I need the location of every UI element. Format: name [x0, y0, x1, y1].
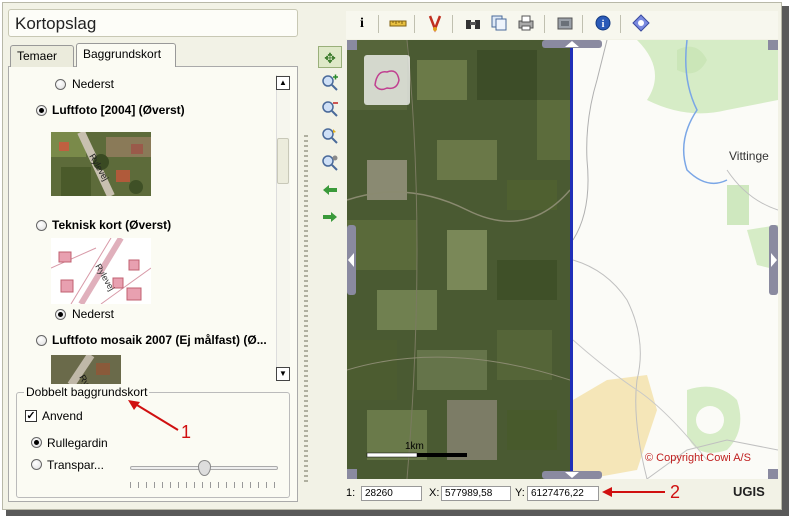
- ugis-logo: UGIS: [733, 484, 765, 499]
- tab-baggrundskort[interactable]: Baggrundskort: [76, 43, 176, 67]
- y-coord-field: [527, 486, 599, 501]
- copyright-text: © Copyright Cowi A/S: [645, 452, 751, 464]
- window-shadow-bottom: [6, 510, 789, 516]
- scroll-down-button[interactable]: ▼: [276, 367, 290, 381]
- layer-radio-nederst-2[interactable]: [55, 309, 66, 320]
- window-shadow-right: [782, 6, 789, 514]
- layer-radio-teknisk-kort[interactable]: [36, 220, 47, 231]
- binoculars-icon[interactable]: [463, 13, 483, 35]
- info-icon[interactable]: i: [352, 13, 372, 35]
- layer-label-nederst-2: Nederst: [72, 307, 115, 321]
- layer-radio-luftfoto-mosaik[interactable]: [36, 335, 47, 346]
- apply-label: Anvend: [42, 409, 83, 423]
- copy-icon[interactable]: [489, 13, 509, 35]
- layer-label-teknisk-kort: Teknisk kort (Øverst): [52, 218, 172, 232]
- aerial-thumbnail: Rylevej: [51, 132, 151, 196]
- map-town-label: Vittinge: [729, 149, 769, 163]
- toolbar-separator: [620, 15, 621, 33]
- mode-label-rullegardin: Rullegardin: [47, 436, 108, 450]
- toolbar-separator: [582, 15, 583, 33]
- layer-radio-nederst-1[interactable]: [55, 79, 66, 90]
- back-arrow-icon[interactable]: [318, 181, 342, 203]
- logo-text: UGIS: [733, 484, 765, 499]
- annotation-number-1: 1: [181, 422, 192, 442]
- svg-text:i: i: [602, 19, 605, 30]
- technical-map-thumbnail: Rylevej: [51, 238, 151, 304]
- zoom-out-icon[interactable]: [318, 100, 342, 122]
- mode-radio-transparent[interactable]: [31, 459, 42, 470]
- mode-radio-rullegardin[interactable]: [31, 437, 42, 448]
- background-layer-list: Nederst Luftfoto [2004] (Øverst) Rylevej…: [14, 72, 276, 384]
- x-coord-label: X:: [429, 487, 440, 499]
- double-background-legend: Dobbelt baggrundskort: [24, 385, 150, 399]
- toolbar-separator: [544, 15, 545, 33]
- scale-bar-label: 1km: [405, 441, 424, 452]
- zoom-in-icon[interactable]: [318, 74, 342, 96]
- draw-icon[interactable]: [425, 13, 445, 35]
- swipe-divider[interactable]: [570, 40, 573, 479]
- title-bar: Kortopslag: [8, 9, 298, 37]
- forward-arrow-icon[interactable]: [318, 208, 342, 230]
- toolbar-separator: [414, 15, 415, 33]
- measure-icon[interactable]: [388, 13, 408, 35]
- scale-input[interactable]: [361, 486, 422, 501]
- settings-icon[interactable]: [555, 13, 575, 35]
- x-coord-field: [441, 486, 511, 501]
- help-icon[interactable]: i: [593, 13, 613, 35]
- globe-icon[interactable]: [631, 13, 651, 35]
- layer-label-luftfoto-mosaik: Luftfoto mosaik 2007 (Ej målfast) (Ø...: [52, 333, 267, 347]
- zoom-previous-icon[interactable]: [318, 154, 342, 176]
- map-view[interactable]: Vittinge 1km © Copyright Cowi A/S: [347, 40, 778, 479]
- layer-label-nederst-1: Nederst: [72, 77, 115, 91]
- layer-list-scrollbar[interactable]: [276, 75, 290, 381]
- print-icon[interactable]: [516, 13, 536, 35]
- toolbar-separator: [378, 15, 379, 33]
- pan-icon[interactable]: ✥: [318, 46, 342, 68]
- annotation-number-2: 2: [670, 482, 681, 502]
- scroll-up-button[interactable]: ▲: [276, 76, 290, 90]
- apply-checkbox[interactable]: ✓: [25, 410, 37, 422]
- y-coord-label: Y:: [515, 487, 525, 499]
- toolbar-separator: [452, 15, 453, 33]
- mode-label-transparent: Transpar...: [47, 458, 104, 472]
- layer-radio-luftfoto-2004[interactable]: [36, 105, 47, 116]
- panel-splitter[interactable]: [304, 135, 308, 485]
- slider-ticks: [130, 482, 278, 488]
- page-title: Kortopslag: [15, 14, 97, 33]
- mosaic-thumbnail: Ry: [51, 355, 121, 384]
- layer-label-luftfoto-2004: Luftfoto [2004] (Øverst): [52, 103, 185, 117]
- scale-label: 1:: [346, 487, 356, 499]
- scrollbar-thumb[interactable]: [277, 138, 289, 184]
- aerial-photo-layer: 1km: [347, 40, 570, 479]
- tab-temaer[interactable]: Temaer: [10, 45, 74, 67]
- zoom-extent-icon[interactable]: [318, 127, 342, 149]
